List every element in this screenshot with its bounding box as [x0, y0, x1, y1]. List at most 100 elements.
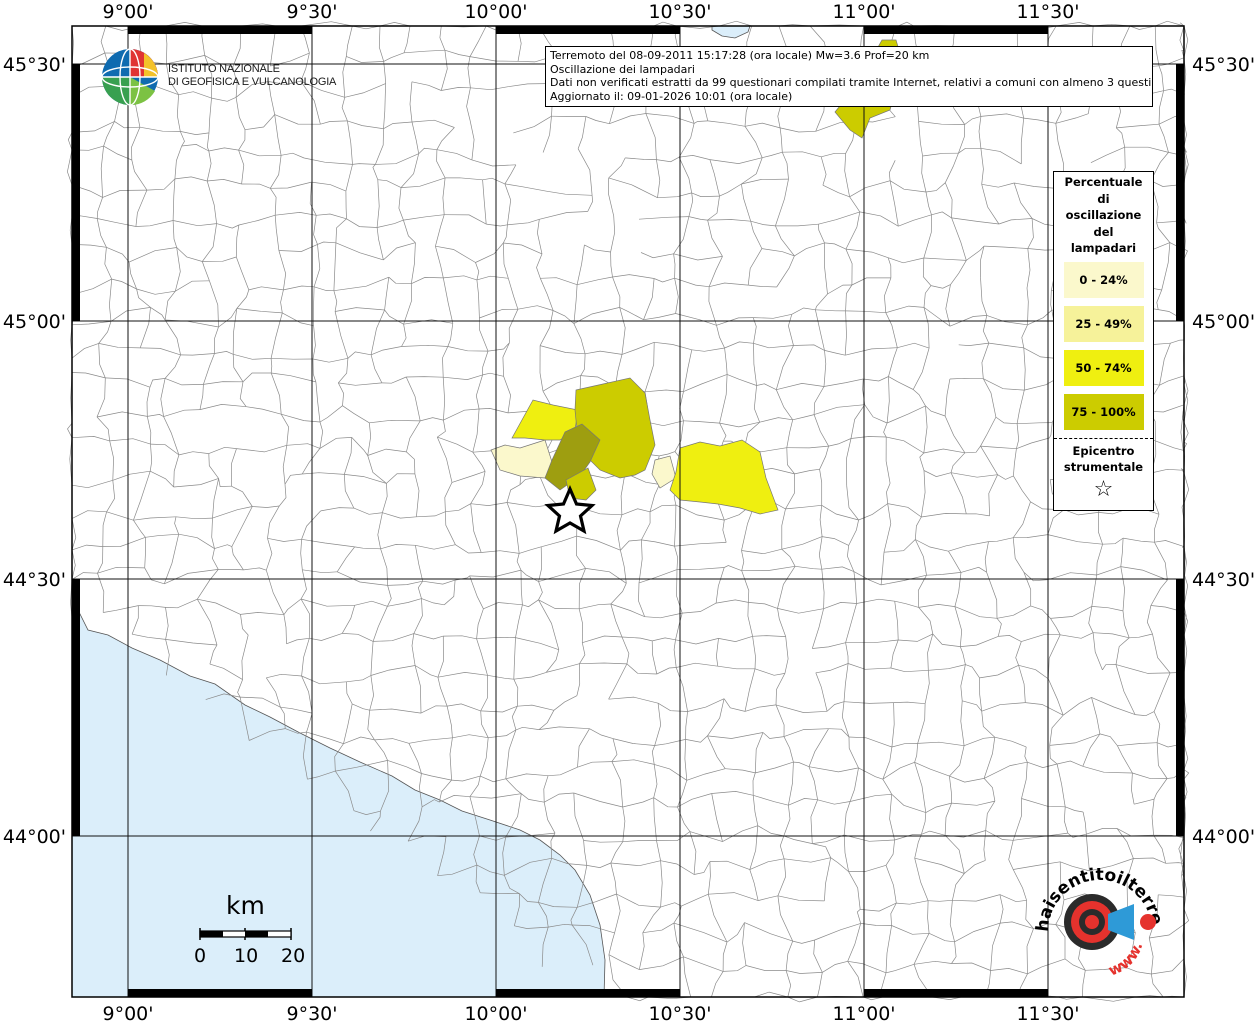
- border-segment: [1063, 806, 1069, 834]
- border-segment: [1027, 761, 1058, 768]
- border-segment: [964, 116, 981, 125]
- border-segment: [1016, 437, 1050, 450]
- border-segment: [863, 376, 889, 382]
- border-segment: [242, 372, 272, 383]
- border-segment: [1012, 798, 1022, 841]
- border-segment: [752, 636, 756, 669]
- border-segment: [146, 178, 176, 191]
- border-segment: [610, 603, 645, 618]
- border-segment: [960, 636, 999, 647]
- border-segment: [1117, 745, 1133, 774]
- border-segment: [354, 600, 388, 607]
- border-segment: [1055, 123, 1064, 165]
- border-segment: [218, 569, 244, 571]
- border-segment: [420, 705, 448, 714]
- border-segment: [197, 598, 241, 615]
- border-segment: [538, 546, 542, 582]
- border-segment: [135, 220, 174, 227]
- border-segment: [218, 308, 238, 328]
- border-segment: [707, 196, 720, 221]
- border-segment: [97, 218, 136, 227]
- border-segment: [918, 604, 955, 608]
- border-segment: [345, 164, 353, 192]
- border-segment: [749, 825, 759, 870]
- border-segment: [265, 570, 285, 615]
- border-segment: [403, 49, 445, 54]
- border-segment: [513, 115, 552, 134]
- border-segment: [435, 245, 476, 263]
- border-segment: [793, 344, 825, 351]
- border-segment: [851, 277, 891, 286]
- border-segment: [889, 180, 899, 227]
- border-segment: [163, 534, 180, 584]
- border-segment: [398, 187, 404, 221]
- border-segment: [381, 376, 407, 384]
- border-segment: [949, 377, 984, 380]
- border-segment: [480, 675, 488, 712]
- border-segment: [775, 704, 785, 737]
- border-segment: [775, 704, 828, 713]
- border-segment: [717, 665, 755, 670]
- border-segment: [521, 793, 545, 803]
- border-segment: [1150, 579, 1168, 606]
- border-segment: [608, 696, 659, 704]
- border-segment: [884, 277, 892, 313]
- border-segment: [370, 665, 416, 676]
- border-segment: [520, 570, 523, 605]
- border-segment: [808, 766, 859, 773]
- legend-title-line: Percentuale: [1064, 175, 1143, 189]
- border-segment: [505, 773, 549, 780]
- border-segment: [889, 794, 895, 841]
- border-segment: [985, 800, 996, 831]
- border-segment: [413, 598, 423, 634]
- border-segment: [644, 389, 684, 393]
- border-segment: [342, 405, 370, 424]
- border-segment: [578, 568, 586, 609]
- border-segment: [346, 681, 353, 705]
- border-segment: [482, 350, 489, 375]
- border-segment: [131, 127, 141, 161]
- border-segment: [1123, 537, 1155, 543]
- border-segment: [988, 474, 998, 516]
- border-segment: [998, 635, 1022, 642]
- border-segment: [815, 663, 849, 674]
- border-segment: [301, 510, 321, 540]
- border-segment: [693, 120, 708, 124]
- border-segment: [346, 675, 372, 683]
- border-segment: [653, 764, 658, 798]
- border-segment: [475, 262, 480, 280]
- border-segment: [997, 474, 1014, 480]
- border-segment: [444, 482, 453, 512]
- border-segment: [539, 345, 544, 392]
- lon-top-label: 10°00': [464, 1, 527, 23]
- border-segment: [421, 598, 445, 606]
- border-segment: [231, 448, 237, 487]
- border-segment: [1013, 534, 1048, 539]
- border-segment: [319, 405, 343, 423]
- border-segment: [709, 159, 720, 197]
- border-segment: [580, 353, 586, 376]
- border-segment: [282, 445, 288, 485]
- border-segment: [338, 382, 382, 386]
- border-segment: [345, 25, 353, 57]
- border-segment: [136, 288, 176, 295]
- border-segment: [503, 242, 543, 255]
- border-segment: [994, 736, 1027, 748]
- border-segment: [674, 278, 679, 314]
- border-segment: [241, 634, 249, 680]
- border-segment: [174, 247, 181, 292]
- border-segment: [808, 728, 829, 767]
- border-segment: [96, 197, 103, 219]
- border-segment: [387, 580, 423, 586]
- border-segment: [788, 798, 818, 806]
- border-segment: [343, 474, 355, 509]
- border-segment: [378, 25, 385, 62]
- border-segment: [106, 480, 116, 512]
- border-segment: [673, 639, 677, 668]
- border-segment: [537, 219, 543, 254]
- border-segment: [741, 178, 789, 185]
- border-segment: [849, 196, 861, 213]
- border-segment: [924, 670, 930, 704]
- border-segment: [610, 841, 624, 864]
- border-segment: [421, 773, 452, 781]
